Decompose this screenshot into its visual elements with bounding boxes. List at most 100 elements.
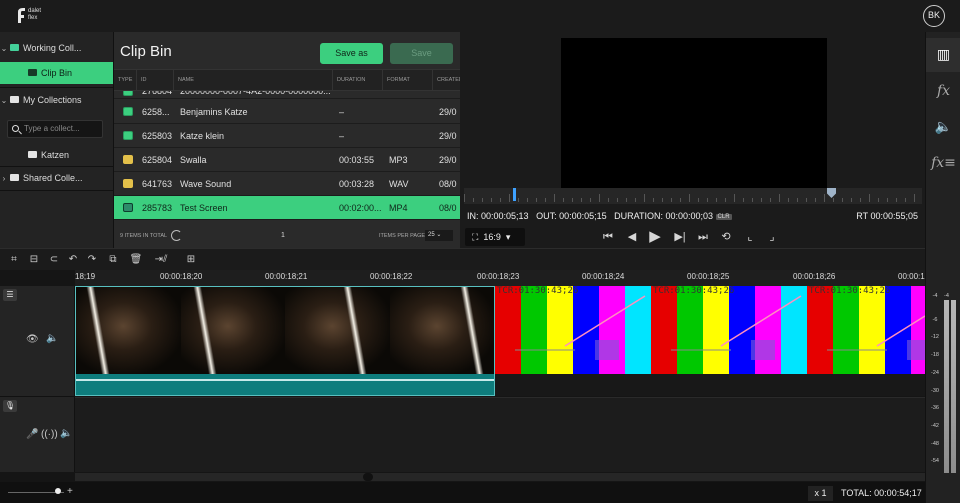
mark-in-icon[interactable]: ⌞ xyxy=(742,230,758,244)
out-point-marker[interactable] xyxy=(827,188,836,198)
scrub-tick xyxy=(761,198,762,202)
audio-track[interactable] xyxy=(75,397,925,472)
collection-search-input[interactable]: Type a collect... xyxy=(7,120,103,138)
timeline-clip-test-screen[interactable]: TCR:01:30:43;26 TCR:01:30:43;26 TCR:01:3… xyxy=(495,286,925,374)
collections-sidebar: ⌄ Working Coll... Clip Bin ⌄ My Collection… xyxy=(0,32,114,248)
speaker-icon[interactable]: 🔈 xyxy=(60,428,72,439)
test-pattern-overlay xyxy=(515,295,925,360)
scrub-tick xyxy=(905,198,906,202)
snap-icon[interactable]: ⌗ xyxy=(7,253,21,267)
app-logo[interactable]: dalet flex xyxy=(16,7,46,25)
go-to-start-icon[interactable]: ⏮ xyxy=(600,230,616,244)
clear-button[interactable]: CLR xyxy=(715,214,732,220)
table-row[interactable]: 6258... Benjamins Katze – 29/0 xyxy=(114,100,460,124)
speaker-icon[interactable]: 🔈 xyxy=(46,333,58,344)
search-placeholder: Type a collect... xyxy=(24,124,80,133)
refresh-icon[interactable] xyxy=(171,230,182,241)
loop-icon[interactable]: ⟲ xyxy=(718,230,734,244)
eye-icon[interactable]: 👁 xyxy=(26,334,39,345)
redo-icon[interactable]: ↷ xyxy=(85,253,99,267)
playback-speed[interactable]: x 1 xyxy=(808,486,833,501)
volume-icon[interactable]: 🔈 xyxy=(926,110,960,144)
grid-icon[interactable]: ⊞ xyxy=(184,253,198,267)
timeline-scrollbar[interactable] xyxy=(75,473,925,481)
column-header-duration[interactable]: DURATION xyxy=(332,70,365,90)
folder-icon xyxy=(28,151,37,159)
sidebar-item-label: My Collections xyxy=(23,95,82,105)
zoom-slider-handle[interactable] xyxy=(55,488,61,494)
scrub-tick xyxy=(887,198,888,202)
scrub-tick xyxy=(833,198,834,202)
scrub-tick xyxy=(527,198,528,202)
play-icon[interactable]: ▶ xyxy=(647,229,663,244)
sidebar-item-katzen[interactable]: Katzen xyxy=(0,144,113,166)
scrub-tick xyxy=(464,194,465,202)
scrub-tick xyxy=(473,198,474,202)
column-header-id[interactable]: ID xyxy=(136,70,147,90)
scrub-tick xyxy=(824,194,825,202)
table-header: TYPE ID NAME DURATION FORMAT CREATED xyxy=(114,69,460,91)
scrub-tick xyxy=(779,194,780,202)
step-forward-icon[interactable]: ▶| xyxy=(672,230,688,244)
clip-thumbnail xyxy=(389,287,494,374)
table-row[interactable]: 276804 20000000-0007-4A2-0000-0000000... xyxy=(114,91,460,99)
video-track[interactable]: TCR:01:30:43;26 TCR:01:30:43;26 TCR:01:3… xyxy=(75,286,925,396)
scrollbar-thumb[interactable] xyxy=(363,473,373,481)
timeline-clip-video[interactable] xyxy=(75,286,495,396)
user-avatar[interactable]: BK xyxy=(923,5,945,27)
table-row[interactable]: 641763 Wave Sound 00:03:28 WAV 08/0 xyxy=(114,172,460,196)
razor-icon[interactable]: ⊟ xyxy=(27,253,41,267)
table-row-selected[interactable]: 285783 Test Screen 00:02:00... MP4 08/0 xyxy=(114,196,460,220)
sidebar-item-working-collections[interactable]: ⌄ Working Coll... xyxy=(0,37,113,59)
page-number[interactable]: 1 xyxy=(281,232,285,239)
ripple-icon[interactable]: ⇥⫽ xyxy=(151,253,171,267)
delete-icon[interactable]: 🗑 xyxy=(129,253,143,267)
microphone-icon[interactable]: 🎙 xyxy=(3,400,17,412)
column-header-name[interactable]: NAME xyxy=(173,70,194,90)
video-viewport[interactable] xyxy=(561,38,827,188)
rt-timecode: RT 00:00:55;05 xyxy=(856,211,918,221)
undo-icon[interactable]: ↶ xyxy=(66,253,80,267)
table-row[interactable]: 625803 Katze klein – 29/0 xyxy=(114,124,460,148)
duration-timecode: DURATION: 00:00:00;03 xyxy=(614,211,714,221)
scrub-tick xyxy=(581,198,582,202)
mic-icon[interactable]: 🎤 xyxy=(26,429,38,440)
zoom-in-icon[interactable]: + xyxy=(67,486,73,497)
save-as-button[interactable]: Save as xyxy=(320,43,383,64)
broadcast-icon[interactable]: ((·)) xyxy=(41,429,58,440)
magnet-icon[interactable]: ⊂ xyxy=(47,253,61,267)
aspect-ratio-select[interactable]: ⛶ 16:9 ▾ xyxy=(465,228,525,246)
tcr-label: TCR:01:30:43;26 xyxy=(653,286,735,296)
sidebar-item-shared-collections[interactable]: › Shared Colle... xyxy=(0,167,113,189)
column-header-type[interactable]: TYPE xyxy=(114,70,132,90)
scrub-tick xyxy=(671,198,672,202)
audio-waveform-line xyxy=(76,379,494,381)
split-icon[interactable]: ⧉ xyxy=(106,253,120,267)
timeline-ruler[interactable]: 18;19 00:00:18;20 00:00:18;21 00:00:18;2… xyxy=(75,270,925,286)
column-header-created[interactable]: CREATED xyxy=(432,70,460,90)
ruler-label: 00:00:18;24 xyxy=(582,272,625,281)
step-back-icon[interactable]: ◀ xyxy=(624,230,640,244)
track-settings-icon[interactable]: ☰ xyxy=(3,289,17,301)
chevron-right-icon[interactable]: › xyxy=(0,168,8,190)
brand-line-2: flex xyxy=(28,15,38,21)
scrub-bar[interactable] xyxy=(464,188,922,204)
image-type-icon xyxy=(123,91,133,96)
sidebar-item-my-collections[interactable]: ⌄ My Collections xyxy=(0,89,113,111)
effects-list-icon[interactable]: fx≡ xyxy=(926,146,960,180)
table-row[interactable]: 625804 Swalla 00:03:55 MP3 29/0 xyxy=(114,148,460,172)
scrub-playhead[interactable] xyxy=(513,188,516,201)
chevron-down-icon[interactable]: ⌄ xyxy=(0,38,8,60)
sidebar-item-clip-bin[interactable]: Clip Bin xyxy=(0,62,113,84)
ruler-label: 00:00:18;23 xyxy=(477,272,520,281)
chevron-down-icon[interactable]: ⌄ xyxy=(0,90,8,112)
mark-out-icon[interactable]: ⌟ xyxy=(764,230,780,244)
column-header-format[interactable]: FORMAT xyxy=(382,70,410,90)
scrub-tick xyxy=(815,198,816,202)
items-per-page-select[interactable]: 25 ⌄ xyxy=(425,230,453,241)
effects-icon[interactable]: fx xyxy=(926,74,960,108)
go-to-end-icon[interactable]: ⏭ xyxy=(695,230,711,244)
scrub-tick xyxy=(725,198,726,202)
clip-properties-icon[interactable]: ▥ xyxy=(926,38,960,72)
save-button[interactable]: Save xyxy=(390,43,453,64)
